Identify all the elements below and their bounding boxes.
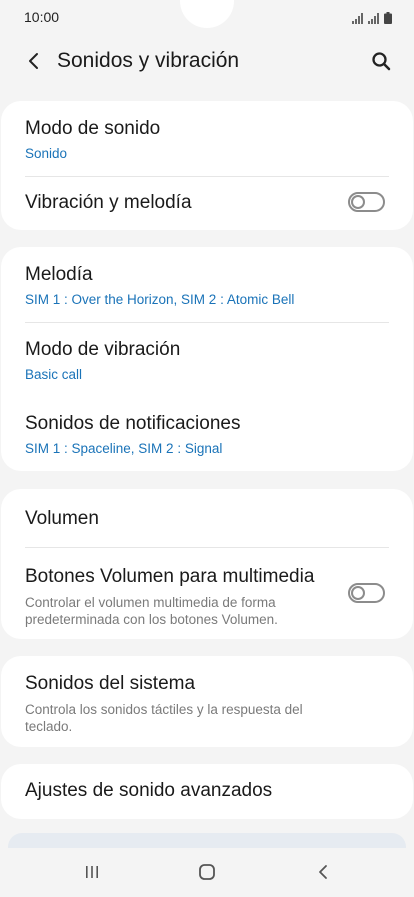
desc-line-1: Controlar el volumen multimedia de forma — [25, 595, 276, 610]
desc-line-2: predeterminada con los botones Volumen. — [25, 612, 278, 627]
row-vibracion-y-melodia[interactable]: Vibración y melodía — [1, 177, 413, 230]
row-description: Controlar el volumen multimedia de forma… — [25, 594, 389, 628]
row-title: Modo de sonido — [25, 118, 161, 139]
vibracion-melodia-toggle[interactable] — [348, 192, 385, 212]
row-title: Botones Volumen para multimedia — [25, 566, 315, 587]
row-sonidos-del-sistema[interactable]: Sonidos del sistema Controla los sonidos… — [1, 656, 413, 747]
card-volume: Volumen Botones Volumen para multimedia … — [1, 489, 413, 639]
status-icons — [352, 10, 392, 24]
row-title: Modo de vibración — [25, 339, 181, 360]
row-title: Sonidos del sistema — [25, 673, 196, 694]
signal-sim1-icon — [352, 13, 363, 24]
navigation-bar — [0, 848, 414, 897]
app-header: Sonidos y vibración — [0, 34, 414, 90]
search-button[interactable] — [368, 48, 394, 74]
desc-line-1: Controla los sonidos táctiles y la respu… — [25, 702, 303, 717]
card-ringtones: Melodía SIM 1 : Over the Horizon, SIM 2 … — [1, 247, 413, 471]
back-arrow-icon — [29, 53, 38, 69]
row-modo-de-vibracion[interactable]: Modo de vibración Basic call — [1, 323, 413, 398]
toggle-knob — [351, 586, 365, 600]
row-title: Volumen — [25, 508, 99, 529]
row-title: Ajustes de sonido avanzados — [25, 780, 273, 801]
row-title: Vibración y melodía — [25, 192, 192, 213]
row-title: Melodía — [25, 264, 93, 285]
row-value: SIM 1 : Over the Horizon, SIM 2 : Atomic… — [25, 292, 295, 307]
page-title: Sonidos y vibración — [57, 49, 240, 72]
card-advanced: Ajustes de sonido avanzados — [1, 764, 413, 819]
row-modo-de-sonido[interactable]: Modo de sonido Sonido — [1, 101, 413, 177]
nav-back-button[interactable] — [308, 860, 338, 884]
row-sonidos-de-notificaciones[interactable]: Sonidos de notificaciones SIM 1 : Spacel… — [1, 398, 413, 471]
toggle-knob — [351, 195, 365, 209]
camera-notch — [180, 0, 234, 28]
battery-icon — [384, 12, 392, 24]
row-value: Basic call — [25, 367, 83, 382]
recents-icon — [86, 866, 98, 878]
row-value: Sonido — [25, 146, 68, 161]
row-botones-volumen[interactable]: Botones Volumen para multimedia Controla… — [1, 548, 413, 639]
status-time: 10:00 — [24, 9, 60, 25]
home-button[interactable] — [192, 860, 222, 884]
nav-back-icon — [319, 865, 327, 879]
home-icon — [199, 864, 215, 880]
row-melodia[interactable]: Melodía SIM 1 : Over the Horizon, SIM 2 … — [1, 247, 413, 323]
row-ajustes-avanzados[interactable]: Ajustes de sonido avanzados — [1, 764, 413, 819]
row-volumen[interactable]: Volumen — [1, 489, 413, 548]
signal-sim2-icon — [368, 13, 379, 24]
card-sound-mode: Modo de sonido Sonido Vibración y melodí… — [1, 101, 413, 230]
row-description: Controla los sonidos táctiles y la respu… — [25, 701, 389, 735]
desc-line-2: teclado. — [25, 719, 73, 734]
back-button[interactable] — [20, 48, 46, 74]
botones-volumen-toggle[interactable] — [348, 583, 385, 603]
row-value: SIM 1 : Spaceline, SIM 2 : Signal — [25, 441, 223, 456]
status-bar: 10:00 — [0, 0, 414, 34]
card-system-sounds: Sonidos del sistema Controla los sonidos… — [1, 656, 413, 747]
recents-button[interactable] — [77, 860, 107, 884]
row-title: Sonidos de notificaciones — [25, 413, 241, 434]
search-icon — [372, 52, 391, 71]
